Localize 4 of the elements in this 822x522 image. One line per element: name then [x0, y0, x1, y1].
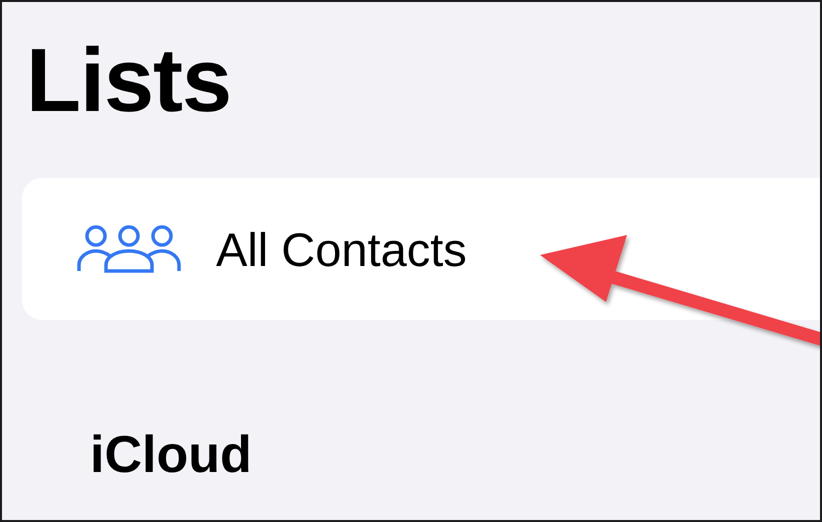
people-icon [76, 223, 182, 275]
section-header: iCloud [90, 425, 253, 485]
page-title: Lists [26, 36, 232, 126]
list-item[interactable]: All Contacts [22, 222, 467, 276]
